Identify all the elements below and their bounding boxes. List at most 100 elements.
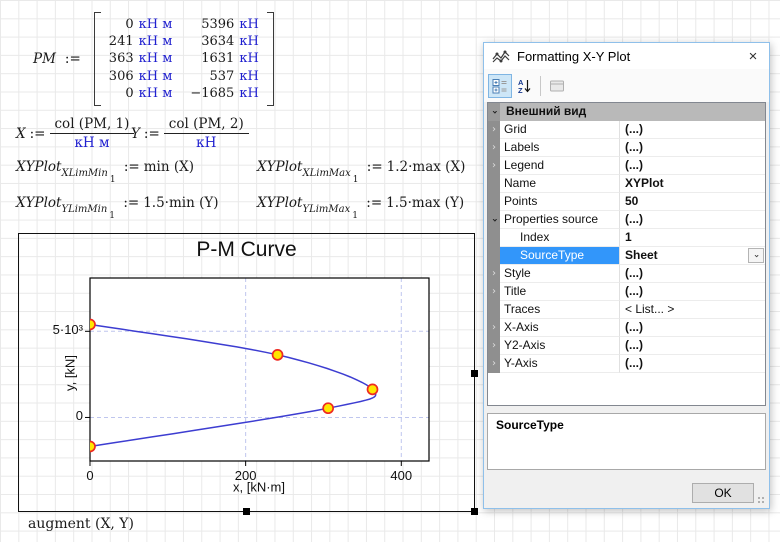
property-value[interactable]: < List... > — [620, 301, 765, 319]
y-definition[interactable]: Y := col (PM, 2) кН — [131, 116, 249, 151]
property-value[interactable]: (...) — [620, 319, 765, 337]
close-icon[interactable]: × — [737, 43, 769, 69]
chevron-right-icon[interactable]: › — [492, 323, 496, 333]
property-value[interactable]: (...) — [620, 355, 765, 373]
property-row[interactable]: Index1 — [488, 229, 765, 247]
row-gutter[interactable] — [488, 193, 500, 211]
row-gutter[interactable]: › — [488, 337, 500, 355]
property-name[interactable]: Title — [500, 283, 620, 301]
property-name[interactable]: Name — [500, 175, 620, 193]
ylimmin-expression: 1.5·min (Y) — [143, 195, 218, 211]
x-denominator-unit: кН м — [50, 134, 135, 151]
ylimmin-definition[interactable]: XYPlotYLimMin1 :=1.5·min (Y) — [16, 195, 219, 221]
resize-handle-bottom[interactable] — [243, 508, 250, 515]
property-row[interactable]: Points50 — [488, 193, 765, 211]
chevron-right-icon[interactable]: › — [492, 269, 496, 279]
property-value[interactable]: (...) — [620, 157, 765, 175]
chevron-right-icon[interactable]: › — [492, 341, 496, 351]
property-row[interactable]: › X-Axis(...) — [488, 319, 765, 337]
property-name[interactable]: Legend — [500, 157, 620, 175]
xlimmin-definition[interactable]: XYPlotXLimMin1 :=min (X) — [16, 159, 194, 185]
property-pages-button[interactable] — [545, 74, 569, 98]
property-row[interactable]: › Title(...) — [488, 283, 765, 301]
matrix-left-bracket — [94, 12, 101, 106]
x-definition[interactable]: X := col (PM, 1) кН м — [16, 116, 134, 151]
row-gutter[interactable]: › — [488, 265, 500, 283]
chevron-down-icon[interactable]: › — [489, 110, 499, 114]
property-row[interactable]: › Y2-Axis(...) — [488, 337, 765, 355]
row-gutter[interactable] — [488, 247, 500, 265]
property-row[interactable]: ›Properties source(...) — [488, 211, 765, 229]
chevron-right-icon[interactable]: › — [492, 161, 496, 171]
property-row[interactable]: SourceTypeSheet› — [488, 247, 765, 265]
property-name[interactable]: X-Axis — [500, 319, 620, 337]
row-gutter[interactable]: › — [488, 121, 500, 139]
property-name[interactable]: Grid — [500, 121, 620, 139]
resize-handle-corner[interactable] — [471, 508, 478, 515]
property-row[interactable]: › Style(...) — [488, 265, 765, 283]
property-name[interactable]: Points — [500, 193, 620, 211]
chevron-right-icon[interactable]: › — [492, 359, 496, 369]
categorized-view-button[interactable] — [488, 74, 512, 98]
xlimmax-definition[interactable]: XYPlotXLimMax1 :=1.2·max (X) — [257, 159, 465, 185]
ylimmax-definition[interactable]: XYPlotYLimMax1 :=1.5·max (Y) — [257, 195, 464, 221]
sort-alphabetical-button[interactable]: A Z — [512, 74, 536, 98]
property-name[interactable]: Labels — [500, 139, 620, 157]
property-value[interactable]: (...) — [620, 265, 765, 283]
property-row[interactable]: › Y-Axis(...) — [488, 355, 765, 373]
property-name[interactable]: Y2-Axis — [500, 337, 620, 355]
property-name[interactable]: SourceType — [500, 247, 620, 265]
property-name[interactable]: Style — [500, 265, 620, 283]
property-row[interactable]: Traces< List... > — [488, 301, 765, 319]
property-value[interactable]: (...) — [620, 121, 765, 139]
xlimmin-expression: min (X) — [144, 159, 194, 175]
matrix-cell-value: 3634 — [201, 33, 234, 50]
matrix-cell-value: 306 — [109, 68, 134, 85]
x-fraction: col (PM, 1) кН м — [50, 116, 135, 151]
property-value[interactable]: (...) — [620, 337, 765, 355]
property-row[interactable]: › Grid(...) — [488, 121, 765, 139]
matrix-cell-unit: кН м — [134, 33, 173, 50]
property-value[interactable]: 1 — [620, 229, 765, 247]
row-gutter[interactable] — [488, 229, 500, 247]
chevron-right-icon[interactable]: › — [492, 287, 496, 297]
property-value[interactable]: XYPlot — [620, 175, 765, 193]
row-gutter[interactable]: › — [488, 319, 500, 337]
row-gutter[interactable]: › — [488, 157, 500, 175]
property-value[interactable]: (...) — [620, 283, 765, 301]
matrix-definition-pm[interactable]: PM := 0кН м5396кН241кН м3634кН363кН м163… — [33, 12, 274, 106]
property-name[interactable]: Traces — [500, 301, 620, 319]
row-gutter[interactable] — [488, 175, 500, 193]
property-value[interactable]: 50 — [620, 193, 765, 211]
chevron-right-icon[interactable]: › — [492, 125, 496, 135]
property-value[interactable]: (...) — [620, 211, 765, 229]
property-row[interactable]: NameXYPlot — [488, 175, 765, 193]
row-gutter[interactable]: › — [488, 211, 500, 229]
property-row[interactable]: › Legend(...) — [488, 157, 765, 175]
property-value[interactable]: (...) — [620, 139, 765, 157]
category-row[interactable]: ›Внешний вид — [488, 103, 765, 121]
plot-input-expression[interactable]: augment (X, Y) — [28, 516, 134, 532]
property-name[interactable]: Properties source — [500, 211, 620, 229]
resize-grip[interactable] — [757, 496, 766, 505]
xy-plot-region[interactable]: P-M Curve y, [kN] x, [kN·m] 020040005·10… — [18, 233, 475, 512]
ok-button[interactable]: OK — [692, 483, 754, 503]
property-value[interactable]: Sheet› — [620, 247, 765, 265]
dialog-titlebar[interactable]: Formatting X-Y Plot × — [484, 43, 769, 69]
description-panel: SourceType — [487, 413, 766, 470]
chevron-right-icon[interactable]: › — [492, 143, 496, 153]
chevron-down-icon: › — [751, 254, 761, 258]
row-gutter[interactable] — [488, 301, 500, 319]
resize-handle-right[interactable] — [471, 370, 478, 377]
row-gutter[interactable]: › — [488, 355, 500, 373]
chevron-down-icon[interactable]: › — [489, 218, 499, 222]
row-gutter[interactable]: › — [488, 283, 500, 301]
property-name[interactable]: Y-Axis — [500, 355, 620, 373]
property-name[interactable]: Index — [500, 229, 620, 247]
dropdown-button[interactable]: › — [748, 248, 764, 263]
row-gutter[interactable]: › — [488, 103, 500, 121]
property-row[interactable]: › Labels(...) — [488, 139, 765, 157]
matrix-cell-value: 5396 — [201, 16, 234, 33]
category-label: Внешний вид — [500, 103, 586, 121]
row-gutter[interactable]: › — [488, 139, 500, 157]
